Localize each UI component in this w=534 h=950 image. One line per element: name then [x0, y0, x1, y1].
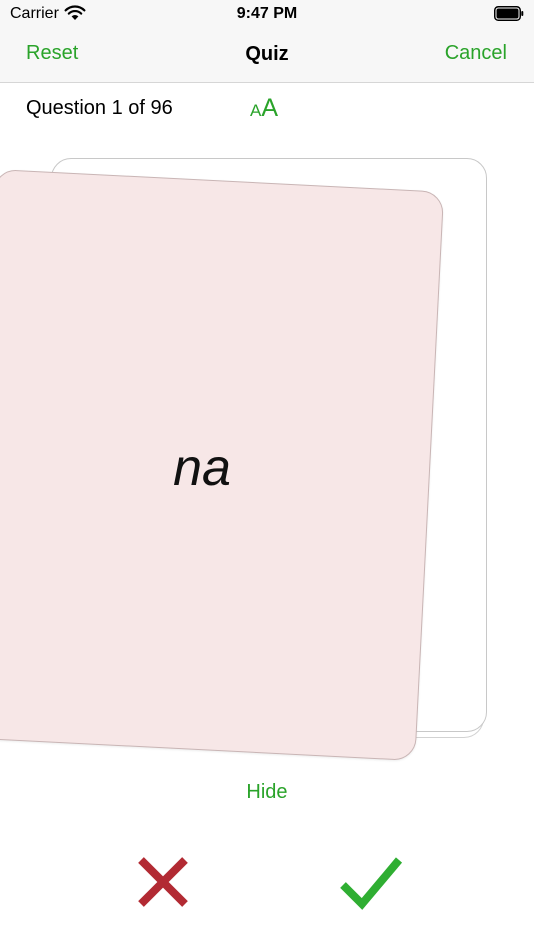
x-icon[interactable] — [134, 853, 192, 911]
hide-button[interactable]: Hide — [0, 781, 534, 804]
cancel-button[interactable]: Cancel — [445, 42, 507, 65]
quiz-screen: Carrier 9:47 PM Reset Quiz Cancel Questi… — [0, 0, 534, 950]
font-size-button[interactable]: AA — [250, 94, 278, 123]
status-bar: Carrier 9:47 PM — [0, 0, 534, 28]
font-size-small-glyph: A — [250, 101, 262, 120]
font-size-large-glyph: A — [261, 94, 279, 122]
status-time: 9:47 PM — [236, 5, 298, 22]
battery-icon — [494, 6, 524, 21]
navigation-bar: Reset Quiz Cancel — [0, 28, 534, 83]
flashcard-text: na — [173, 439, 231, 497]
question-counter: Question 1 of 96 — [26, 97, 173, 119]
checkmark-icon[interactable] — [338, 853, 404, 911]
